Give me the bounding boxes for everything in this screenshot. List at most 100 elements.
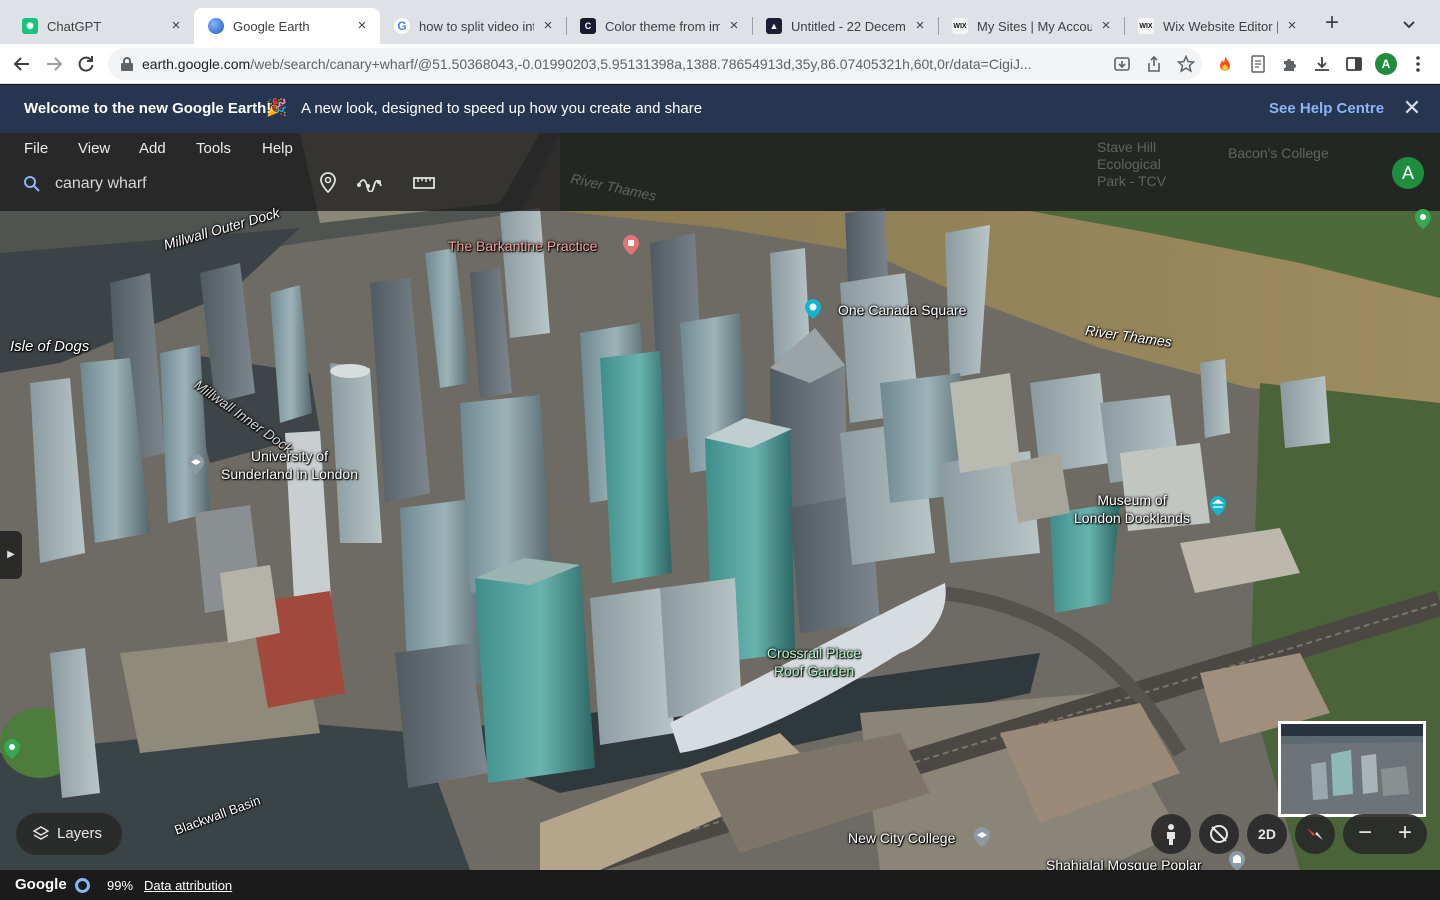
measure-button[interactable] [412,171,436,195]
tab-title: ChatGPT [47,18,102,34]
url-host: earth.google.com [142,56,251,72]
share-button[interactable] [1144,54,1164,74]
medical-pin-icon[interactable] [622,234,640,256]
menu-tools[interactable]: Tools [196,140,231,157]
placemark-icon [320,172,336,194]
banner-text: A new look, designed to speed up how you… [301,100,703,117]
tab-wix-editor[interactable]: WIX Wix Website Editor | × [1124,8,1310,44]
google-icon: G [394,18,410,34]
earth-account-avatar[interactable]: A [1392,157,1424,189]
minimap[interactable] [1278,721,1426,817]
tab-untitled[interactable]: ▲ Untitled - 22 Decem × [752,8,938,44]
tab-google-earth[interactable]: Google Earth × [194,8,380,44]
menu-view[interactable]: View [78,140,110,157]
back-button[interactable] [10,52,34,76]
document-icon [1251,55,1265,73]
bookmark-button[interactable] [1176,54,1196,74]
close-tab-icon[interactable]: × [1098,18,1114,34]
map-label-bacons-college: Bacon's College [1228,145,1329,161]
university-pin-icon[interactable] [187,453,205,475]
tab-search-chevron-icon[interactable] [1398,14,1420,36]
url-text[interactable]: earth.google.com/web/search/canary+wharf… [142,56,1132,72]
toggle-2d-button[interactable]: 2D [1247,814,1287,854]
side-panel-button[interactable] [1343,53,1365,75]
new-tab-button[interactable]: + [1320,11,1344,36]
earth-map-view[interactable]: File View Add Tools Help River Thames St… [0,133,1440,870]
close-tab-icon[interactable]: × [726,18,742,34]
extension-document-button[interactable] [1247,53,1269,75]
browser-tab-strip: ✺ ChatGPT × Google Earth × G how to spli… [0,0,1440,44]
zoom-in-button[interactable]: + [1385,814,1425,854]
map-label-isle-of-dogs: Isle of Dogs [10,338,90,355]
browser-toolbar: earth.google.com/web/search/canary+wharf… [0,44,1440,84]
museum-pin-icon[interactable] [1209,495,1227,517]
zoom-out-button[interactable]: − [1345,814,1385,854]
adobe-express-icon: ▲ [766,18,782,34]
tab-title: Wix Website Editor | [1163,18,1278,34]
close-tab-icon[interactable]: × [168,18,184,34]
map-label-stave-hill: Stave Hill Ecological Park - TCV [1097,139,1166,189]
tab-title: My Sites | My Accour [977,18,1092,34]
profile-avatar[interactable]: A [1375,53,1397,75]
search-icon[interactable] [23,175,41,193]
compass-icon [1307,828,1323,840]
draw-path-button[interactable] [355,171,383,195]
close-tab-icon[interactable]: × [912,18,928,34]
map-label-museum-of-london-docklands: Museum of London Docklands [1074,492,1190,526]
mosque-pin-icon[interactable] [1228,850,1246,870]
reload-button[interactable] [74,52,98,76]
wix-icon: WIX [952,18,968,34]
street-view-button[interactable] [1151,814,1191,854]
tab-title: Color theme from im [605,18,720,34]
data-attribution-link[interactable]: Data attribution [144,878,232,893]
layers-label: Layers [57,825,103,842]
side-panel-toggle-button[interactable]: ▶ [0,531,22,579]
earth-menu-bar: File View Add Tools Help River Thames St… [0,133,1440,211]
map-label-new-city-college: New City College [848,830,956,846]
lock-icon[interactable] [120,56,134,72]
layers-button[interactable]: Layers [16,813,122,855]
map-label-barkantine-practice: The Barkantine Practice [448,238,598,254]
park-pin-icon[interactable] [3,738,21,760]
menu-help[interactable]: Help [262,140,293,157]
tab-my-sites[interactable]: WIX My Sites | My Accour × [938,8,1124,44]
back-arrow-icon [13,57,29,71]
downloads-button[interactable] [1311,53,1333,75]
extension-fire-button[interactable] [1214,53,1236,75]
share-icon [1148,56,1160,72]
see-help-centre-link[interactable]: See Help Centre [1269,100,1384,117]
no-3d-icon [1210,825,1228,843]
more-menu-icon[interactable] [1410,53,1426,75]
toggle-3d-buildings-button[interactable] [1199,814,1239,854]
park-pin-icon[interactable] [1414,208,1432,230]
zoom-controls: − + [1343,814,1427,854]
college-pin-icon[interactable] [973,826,991,848]
google-logo: Google [15,876,67,893]
tab-title: Untitled - 22 Decem [791,18,906,34]
close-tab-icon[interactable]: × [354,18,370,34]
tab-color-theme[interactable]: C Color theme from im × [566,8,752,44]
tab-google-search[interactable]: G how to split video int × [380,8,566,44]
close-tab-icon[interactable]: × [540,18,556,34]
menu-file[interactable]: File [24,140,48,157]
compass-button[interactable] [1295,814,1335,854]
ruler-icon [413,177,435,189]
tab-chatgpt[interactable]: ✺ ChatGPT × [8,8,194,44]
add-placemark-button[interactable] [316,171,340,195]
install-app-button[interactable] [1112,54,1132,74]
reload-icon [78,56,94,72]
path-icon [357,179,382,192]
map-label-crossrail-place: Crossrail Place Roof Garden [767,645,862,679]
earth-status-bar: Google 99% Data attribution [0,870,1440,900]
search-input[interactable] [55,173,295,195]
close-tab-icon[interactable]: × [1284,18,1300,34]
landmark-pin-icon[interactable] [804,298,822,320]
forward-button[interactable] [42,52,66,76]
loading-ring-icon [75,878,90,893]
extensions-button[interactable] [1279,53,1301,75]
party-popper-icon: 🎉 [266,98,288,117]
close-banner-icon[interactable]: ✕ [1402,97,1422,119]
menu-add[interactable]: Add [139,140,166,157]
map-label-river-thames-top: River Thames [569,170,658,204]
address-bar[interactable]: earth.google.com/web/search/canary+wharf… [108,48,1202,80]
